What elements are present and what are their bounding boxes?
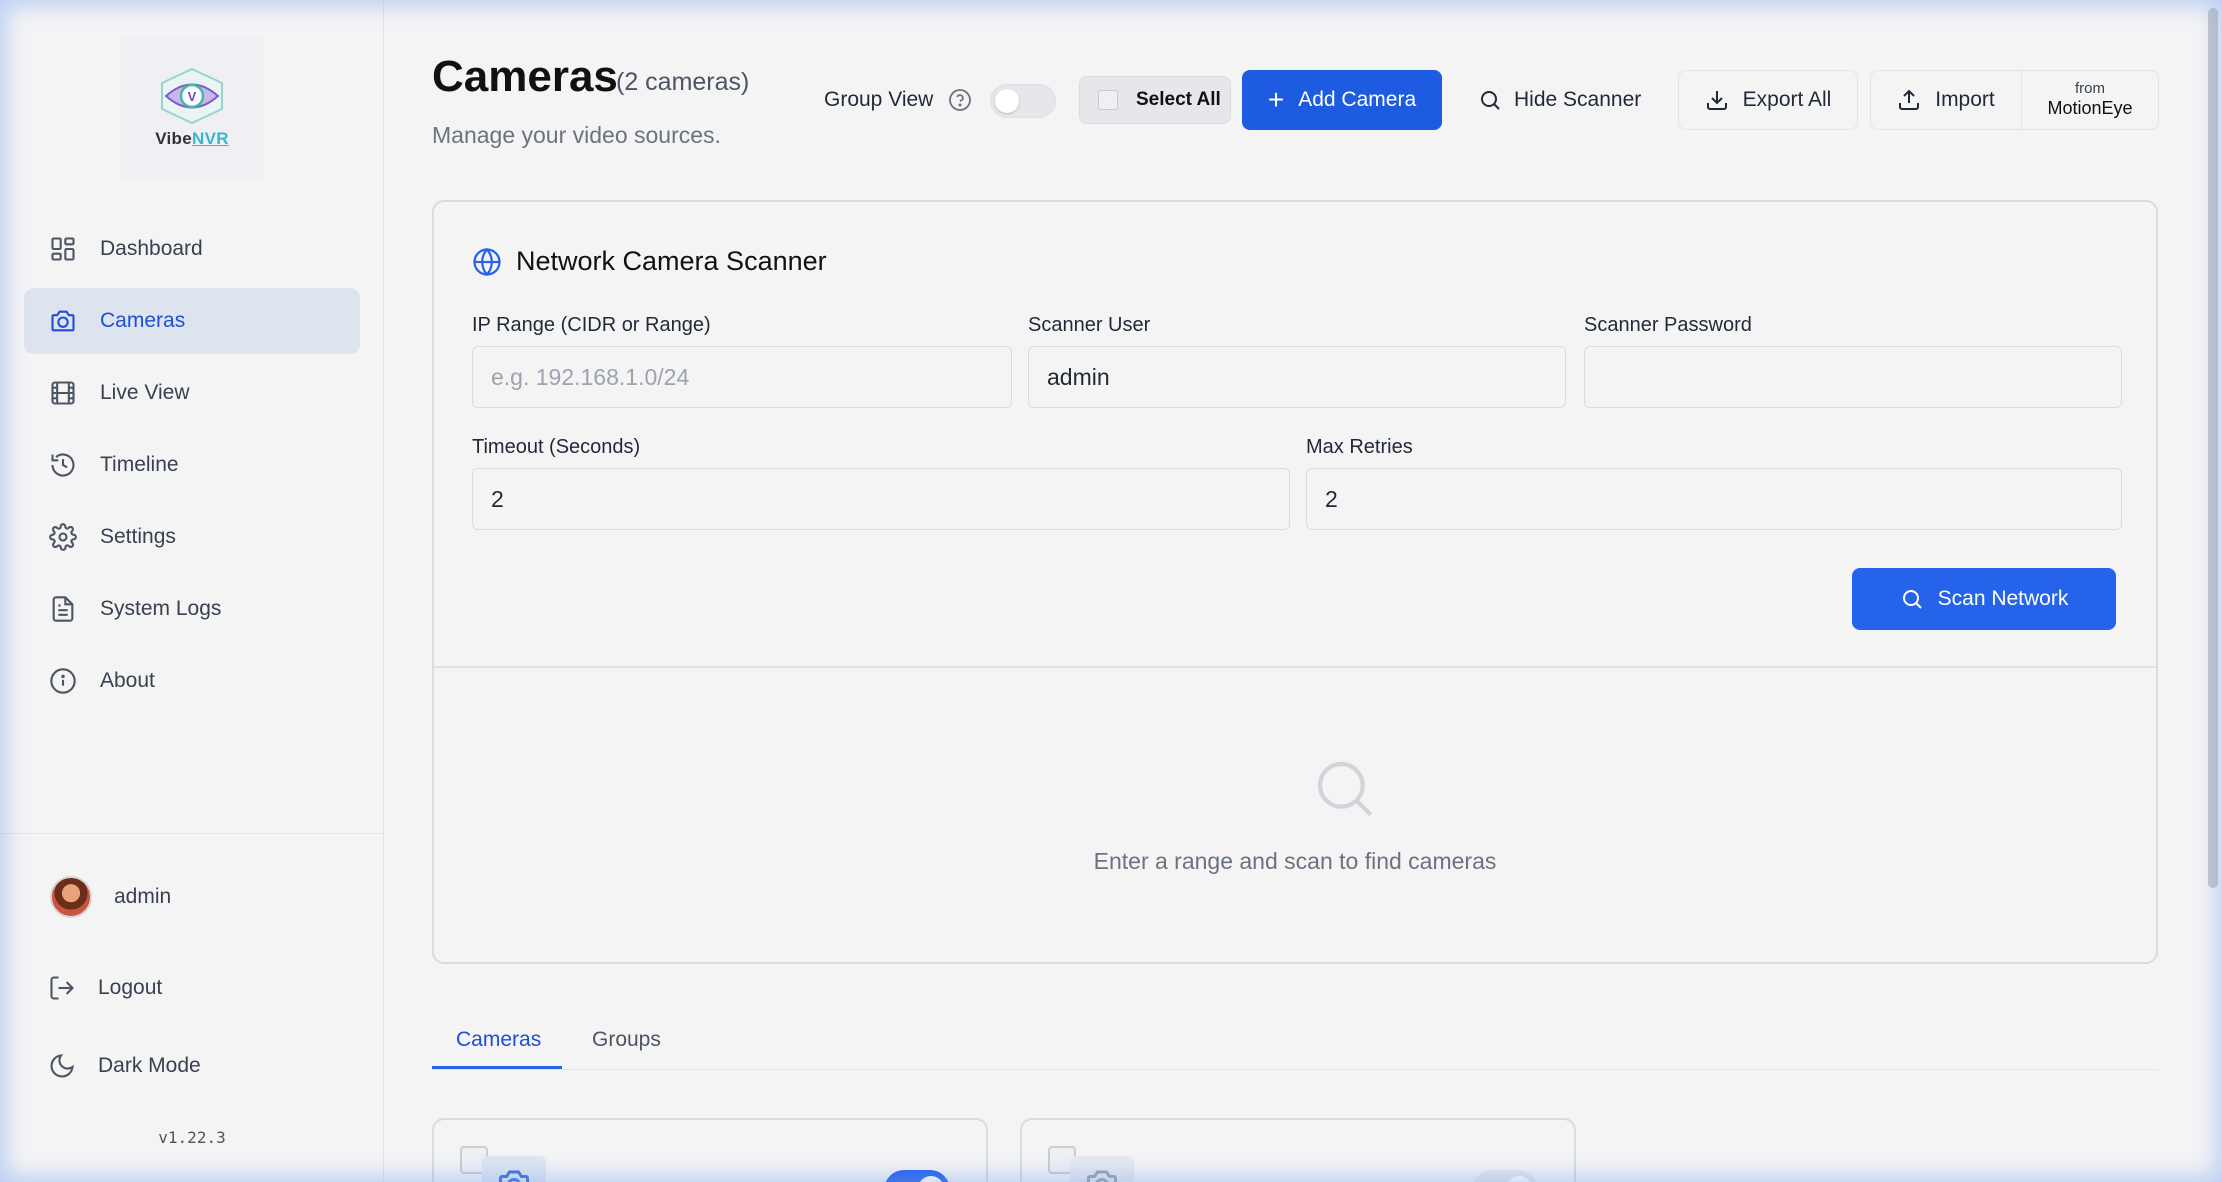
- logout-label: Logout: [98, 976, 163, 999]
- sidebar-item-label: Cameras: [100, 309, 186, 332]
- history-icon: [48, 450, 78, 480]
- scanner-divider: [434, 666, 2156, 668]
- max-retries-label: Max Retries: [1306, 436, 1413, 458]
- import-motioneye-button[interactable]: from MotionEye: [2021, 70, 2159, 130]
- dark-mode-button[interactable]: Dark Mode: [48, 1052, 201, 1080]
- sidebar: V VibeNVR Dashboard Cameras Live View Ti…: [0, 0, 384, 1182]
- scanner-password-label: Scanner Password: [1584, 314, 1752, 336]
- page-title: Cameras: [432, 52, 618, 101]
- timeout-input[interactable]: [472, 468, 1290, 530]
- sidebar-item-dashboard[interactable]: Dashboard: [24, 216, 360, 282]
- sidebar-item-timeline[interactable]: Timeline: [24, 432, 360, 498]
- moon-icon: [50, 1054, 74, 1078]
- add-camera-button[interactable]: + Add Camera: [1242, 70, 1442, 130]
- active-tab-indicator: [432, 1066, 562, 1069]
- network-scanner-panel: Network Camera Scanner IP Range (CIDR or…: [432, 200, 2158, 964]
- dashboard-icon: [48, 234, 78, 264]
- help-icon[interactable]: [948, 88, 972, 112]
- import-label: Import: [1935, 88, 1995, 111]
- import-button[interactable]: Import: [1870, 70, 2022, 130]
- scanner-password-input[interactable]: [1584, 346, 2122, 408]
- from-label: from: [2075, 80, 2105, 97]
- brand-name: VibeNVR: [155, 129, 229, 148]
- sidebar-item-about[interactable]: About: [24, 648, 360, 714]
- sidebar-item-label: About: [100, 669, 155, 692]
- camera-icon: [48, 306, 78, 336]
- page-scrollbar[interactable]: [2208, 8, 2218, 888]
- sidebar-item-label: System Logs: [100, 597, 222, 620]
- file-text-icon: [48, 594, 78, 624]
- sidebar-item-system-logs[interactable]: System Logs: [24, 576, 360, 642]
- dark-mode-label: Dark Mode: [98, 1054, 201, 1077]
- page-subtitle: Manage your video sources.: [432, 122, 721, 148]
- group-view-label: Group View: [824, 88, 934, 111]
- sidebar-divider: [0, 833, 384, 834]
- scanner-empty-text: Enter a range and scan to find cameras: [1093, 848, 1497, 874]
- brand-logo[interactable]: V VibeNVR: [120, 36, 264, 180]
- hide-scanner-label: Hide Scanner: [1514, 88, 1642, 111]
- toggle-knob: [995, 89, 1019, 113]
- camera-icon: [499, 1170, 529, 1182]
- scanner-user-label: Scanner User: [1028, 314, 1151, 336]
- scanner-user-input[interactable]: [1028, 346, 1566, 408]
- toggle-knob: [918, 1176, 944, 1182]
- tab-groups[interactable]: Groups: [592, 1028, 661, 1052]
- tab-cameras[interactable]: Cameras: [456, 1028, 541, 1052]
- info-icon: [48, 666, 78, 696]
- camera-count: (2 cameras): [616, 68, 750, 96]
- camera-thumbnail: [1070, 1156, 1134, 1182]
- sidebar-item-label: Timeline: [100, 453, 179, 476]
- avatar: [50, 876, 92, 918]
- select-all-label: Select All: [1136, 89, 1221, 110]
- ip-range-input[interactable]: [472, 346, 1012, 408]
- download-icon: [1706, 91, 1727, 110]
- scan-network-label: Scan Network: [1937, 587, 2069, 610]
- film-icon: [48, 378, 78, 408]
- globe-icon: [473, 247, 501, 276]
- ip-range-label: IP Range (CIDR or Range): [472, 314, 711, 336]
- select-all-checkbox[interactable]: [1098, 90, 1118, 110]
- logout-button[interactable]: Logout: [48, 974, 162, 1002]
- app-version: v1.22.3: [158, 1128, 226, 1147]
- camera-card[interactable]: [432, 1118, 988, 1182]
- hide-scanner-button[interactable]: Hide Scanner: [1478, 88, 1641, 112]
- export-all-button[interactable]: Export All: [1678, 70, 1858, 130]
- timeout-label: Timeout (Seconds): [472, 436, 641, 458]
- group-view-toggle[interactable]: [990, 84, 1056, 118]
- camera-enabled-toggle[interactable]: [1472, 1170, 1538, 1182]
- camera-thumbnail: [482, 1156, 546, 1182]
- sidebar-item-label: Live View: [100, 381, 190, 404]
- search-icon: [1902, 590, 1922, 609]
- motioneye-label: MotionEye: [2047, 98, 2133, 118]
- scanner-title-text: Network Camera Scanner: [516, 246, 827, 276]
- user-profile[interactable]: admin: [50, 876, 171, 918]
- toggle-knob: [1506, 1176, 1532, 1182]
- plus-icon: +: [1267, 84, 1285, 115]
- sidebar-item-label: Settings: [100, 525, 176, 548]
- camera-icon: [1087, 1170, 1117, 1182]
- svg-text:V: V: [188, 89, 197, 104]
- gear-icon: [48, 522, 78, 552]
- eye-logo-icon: V: [161, 67, 223, 125]
- logout-icon: [50, 976, 74, 1000]
- add-camera-label: Add Camera: [1298, 88, 1417, 111]
- sidebar-nav: Dashboard Cameras Live View Timeline Set…: [24, 216, 360, 720]
- scan-network-button[interactable]: Scan Network: [1852, 568, 2116, 630]
- sidebar-item-live-view[interactable]: Live View: [24, 360, 360, 426]
- max-retries-input[interactable]: [1306, 468, 2122, 530]
- search-empty-icon: [1317, 761, 1373, 817]
- camera-tabs: Cameras Groups: [432, 1018, 2158, 1070]
- upload-icon: [1899, 89, 1920, 110]
- scanner-title: Network Camera Scanner: [472, 246, 827, 277]
- export-all-label: Export All: [1742, 88, 1832, 111]
- camera-enabled-toggle[interactable]: [884, 1170, 950, 1182]
- search-icon: [1481, 91, 1500, 110]
- user-name: admin: [114, 885, 172, 908]
- sidebar-item-settings[interactable]: Settings: [24, 504, 360, 570]
- select-all-button[interactable]: Select All: [1079, 76, 1231, 124]
- sidebar-item-cameras[interactable]: Cameras: [24, 288, 360, 354]
- sidebar-item-label: Dashboard: [100, 237, 203, 260]
- camera-card[interactable]: [1020, 1118, 1576, 1182]
- main-content: Cameras (2 cameras) Manage your video so…: [384, 0, 2222, 1182]
